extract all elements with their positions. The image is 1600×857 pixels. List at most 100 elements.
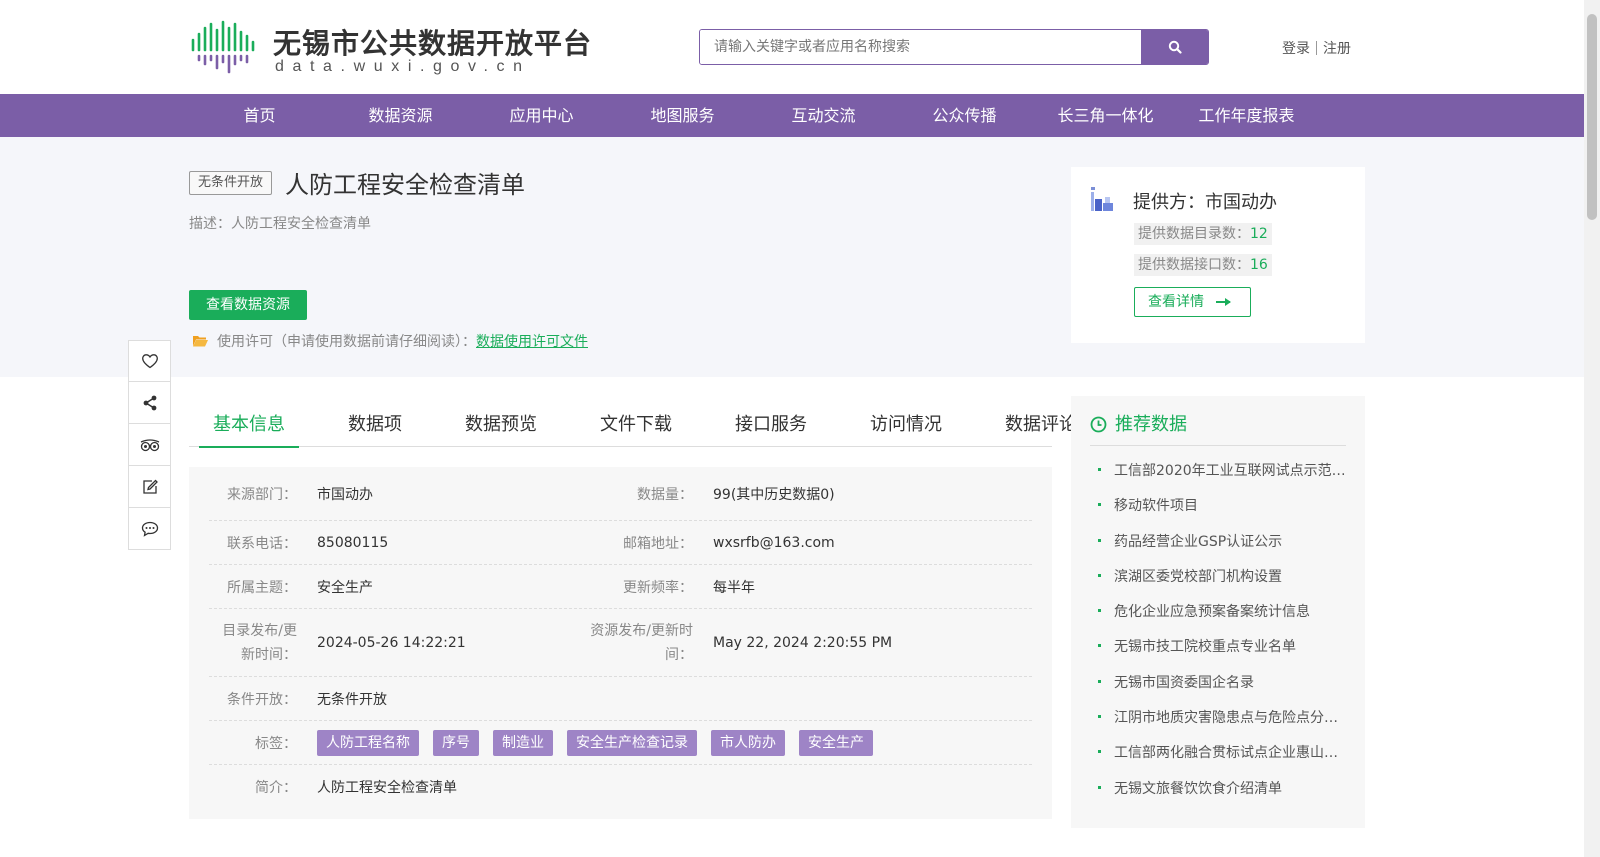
api-count-stat: 提供数据接口数： 16 (1134, 254, 1272, 276)
nav-item-apps[interactable]: 应用中心 (471, 94, 612, 137)
side-toolbar (128, 340, 171, 550)
tag[interactable]: 人防工程名称 (317, 729, 419, 756)
list-item[interactable]: 移动软件项目 (1098, 495, 1348, 530)
login-link[interactable]: 登录 (1282, 38, 1310, 58)
api-count: 16 (1250, 257, 1268, 273)
api-count-label: 提供数据接口数： (1138, 257, 1250, 273)
tag[interactable]: 市人防办 (711, 729, 785, 756)
field-value: May 22, 2024 2:20:55 PM (713, 634, 893, 651)
field-label: 联系电话： (227, 535, 297, 552)
site-header: 无锡市公共数据开放平台 data.wuxi.gov.cn 登录 注册 (0, 0, 1584, 94)
heart-icon (141, 354, 158, 369)
view-data-button[interactable]: 查看数据资源 (189, 290, 307, 320)
table-row: 简介： 人防工程安全检查清单 (209, 765, 1032, 809)
nav-item-home[interactable]: 首页 (189, 94, 330, 137)
catalog-count-label: 提供数据目录数： (1138, 226, 1250, 242)
tag[interactable]: 安全生产 (799, 729, 873, 756)
field-label: 标签： (255, 735, 297, 752)
logo-bars-icon (191, 20, 255, 74)
folder-icon (193, 336, 208, 347)
recommend-list: 工信部2020年工业互联网试点示范项目名单 移动软件项目 药品经营企业GSP认证… (1098, 460, 1348, 813)
list-item[interactable]: 无锡文旅餐饮饮食介绍清单 (1098, 778, 1348, 813)
search-button[interactable] (1141, 30, 1208, 64)
field-value: 市国动办 (317, 486, 373, 503)
field-value: 99(其中历史数据0) (713, 486, 835, 503)
tag[interactable]: 安全生产检查记录 (567, 729, 697, 756)
list-item[interactable]: 工信部两化融合贯标试点企业惠山区名单 (1098, 742, 1348, 777)
license-link[interactable]: 数据使用许可文件 (476, 331, 588, 351)
search-input[interactable] (700, 30, 1141, 64)
list-item[interactable]: 江阴市地质灾害隐患点与危险点分布信息 (1098, 707, 1348, 742)
main-nav: 首页 数据资源 应用中心 地图服务 互动交流 公众传播 长三角一体化 工作年度报… (0, 94, 1584, 137)
nav-item-interaction[interactable]: 互动交流 (753, 94, 894, 137)
tab-data-items[interactable]: 数据项 (334, 403, 416, 447)
provider-icon (1091, 187, 1113, 211)
page-title: 人防工程安全检查清单 (285, 171, 525, 199)
open-type-badge: 无条件开放 (189, 171, 273, 195)
catalog-count: 12 (1250, 226, 1268, 242)
tag[interactable]: 制造业 (493, 729, 553, 756)
field-label: 简介： (255, 780, 297, 796)
owl-eyes-icon (140, 438, 159, 451)
logo-title: 无锡市公共数据开放平台 (273, 27, 593, 60)
register-link[interactable]: 注册 (1323, 38, 1351, 58)
provider-details-button[interactable]: 查看详情 (1134, 287, 1251, 317)
field-label: 来源部门： (227, 486, 297, 503)
auth-links: 登录 注册 (1282, 38, 1351, 58)
tab-data-preview[interactable]: 数据预览 (451, 403, 551, 447)
nav-item-public[interactable]: 公众传播 (894, 94, 1035, 137)
edit-icon (142, 479, 158, 494)
logo-domain: data.wuxi.gov.cn (275, 58, 531, 75)
description-text: 人防工程安全检查清单 (231, 216, 371, 232)
comment-icon (141, 521, 158, 537)
nav-item-map[interactable]: 地图服务 (612, 94, 753, 137)
list-item[interactable]: 工信部2020年工业互联网试点示范项目名单 (1098, 460, 1348, 495)
table-row: 联系电话： 85080115 邮箱地址： wxsrfb@163.com (209, 521, 1032, 565)
field-label: 目录发布/更 新时间： (209, 619, 297, 667)
catalog-count-stat: 提供数据目录数： 12 (1134, 223, 1272, 245)
divider (1316, 41, 1317, 55)
field-label: 所属主题： (227, 579, 297, 596)
nav-item-yangtze-delta[interactable]: 长三角一体化 (1035, 94, 1176, 137)
comment-button[interactable] (128, 508, 171, 550)
field-label: 邮箱地址： (623, 535, 693, 552)
nav-item-data-resources[interactable]: 数据资源 (330, 94, 471, 137)
favorite-button[interactable] (128, 340, 171, 382)
list-item[interactable]: 药品经营企业GSP认证公示 (1098, 531, 1348, 566)
tag-list: 人防工程名称 序号 制造业 安全生产检查记录 市人防办 安全生产 (297, 729, 887, 756)
field-value: 人防工程安全检查清单 (317, 780, 457, 796)
scrollbar-thumb[interactable] (1587, 14, 1597, 220)
tab-api-service[interactable]: 接口服务 (721, 403, 821, 447)
field-value: 85080115 (317, 534, 389, 551)
tab-basic-info[interactable]: 基本信息 (199, 403, 299, 448)
field-label-line: 目录发布/更 (222, 622, 297, 639)
list-item[interactable]: 无锡市国资委国企名录 (1098, 672, 1348, 707)
field-label: 数据量： (637, 486, 693, 503)
share-button[interactable] (128, 382, 171, 424)
tag[interactable]: 序号 (433, 729, 479, 756)
list-item[interactable]: 滨湖区委党校部门机构设置 (1098, 566, 1348, 601)
field-value: 每半年 (713, 579, 755, 596)
rate-button[interactable] (128, 424, 171, 466)
table-row: 目录发布/更 新时间： 2024-05-26 14:22:21 资源发布/更新时… (209, 609, 1032, 677)
field-label: 条件开放： (227, 691, 297, 708)
provider-value: 市国动办 (1205, 192, 1277, 213)
table-row: 所属主题： 安全生产 更新频率： 每半年 (209, 565, 1032, 609)
description-label: 描述： (189, 216, 231, 232)
provider-name: 提供方： 市国动办 (1133, 188, 1277, 214)
basic-info-table: 来源部门： 市国动办 数据量： 99(其中历史数据0) 联系电话： 850801… (189, 467, 1052, 819)
list-item[interactable]: 危化企业应急预案备案统计信息 (1098, 601, 1348, 636)
field-label-line: 资源发布/更新时 (590, 622, 693, 639)
field-label-line: 新时间： (241, 646, 297, 663)
field-value: wxsrfb@163.com (713, 534, 835, 551)
list-item[interactable]: 无锡市技工院校重点专业名单 (1098, 636, 1348, 671)
table-row: 来源部门： 市国动办 数据量： 99(其中历史数据0) (209, 467, 1032, 521)
nav-item-annual-report[interactable]: 工作年度报表 (1176, 94, 1317, 137)
site-logo[interactable]: 无锡市公共数据开放平台 data.wuxi.gov.cn (189, 20, 591, 76)
tab-file-download[interactable]: 文件下载 (586, 403, 686, 447)
field-label: 更新频率： (623, 579, 693, 596)
field-label-line: 间： (665, 646, 693, 663)
tab-access-stats[interactable]: 访问情况 (856, 403, 956, 447)
page-scrollbar[interactable] (1584, 0, 1600, 857)
edit-button[interactable] (128, 466, 171, 508)
